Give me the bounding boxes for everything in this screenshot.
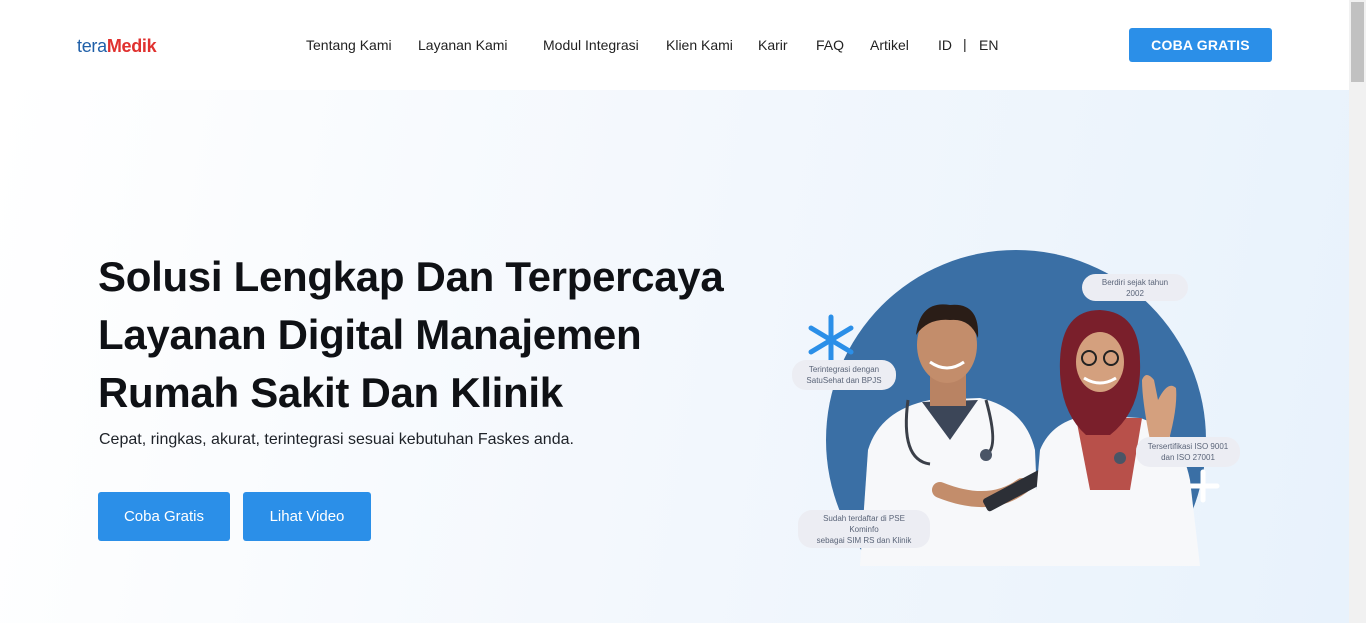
medical-star-icon <box>808 314 854 366</box>
hero-subtitle: Cepat, ringkas, akurat, terintegrasi ses… <box>99 431 574 448</box>
coba-gratis-button[interactable]: Coba Gratis <box>98 492 230 541</box>
nav-layanan-kami[interactable]: Layanan Kami <box>418 37 508 53</box>
scrollbar-thumb[interactable] <box>1351 2 1364 82</box>
lihat-video-button[interactable]: Lihat Video <box>243 492 371 541</box>
headline-line-2: Layanan Digital Manajemen <box>98 311 642 358</box>
badge-iso-line2: dan ISO 27001 <box>1161 453 1215 462</box>
nav-faq[interactable]: FAQ <box>816 37 844 53</box>
badge-iso: Tersertifikasi ISO 9001 dan ISO 27001 <box>1136 437 1240 467</box>
badge-iso-line1: Tersertifikasi ISO 9001 <box>1147 442 1229 451</box>
badge-integration-line1: Terintegrasi dengan <box>808 365 880 374</box>
nav-modul-integrasi[interactable]: Modul Integrasi <box>543 37 639 53</box>
badge-pse: Sudah terdaftar di PSE Kominfo sebagai S… <box>798 510 930 548</box>
badge-pse-line2: sebagai SIM RS dan Klinik <box>816 535 912 545</box>
nav-tentang-kami[interactable]: Tentang Kami <box>306 37 392 53</box>
badge-integration-line2: SatuSehat dan BPJS <box>806 376 882 385</box>
logo-part-medik: Medik <box>106 36 157 56</box>
lang-separator: | <box>963 36 967 52</box>
nav-artikel[interactable]: Artikel <box>870 37 909 53</box>
badge-founded: Berdiri sejak tahun 2002 <box>1082 274 1188 301</box>
page-scrollbar[interactable] <box>1349 0 1366 623</box>
hero-illustration: Berdiri sejak tahun 2002 Terintegrasi de… <box>790 250 1250 566</box>
lang-en-link[interactable]: EN <box>979 37 998 53</box>
lang-id-link[interactable]: ID <box>938 37 952 53</box>
header-coba-gratis-button[interactable]: COBA GRATIS <box>1129 28 1272 62</box>
site-header: teraMedik Tentang Kami Layanan Kami Modu… <box>0 0 1349 90</box>
badge-integration: Terintegrasi dengan SatuSehat dan BPJS <box>792 360 896 390</box>
nav-klien-kami[interactable]: Klien Kami <box>666 37 733 53</box>
logo-part-tera: tera <box>77 36 107 56</box>
teramedik-logo[interactable]: teraMedik <box>77 36 157 57</box>
badge-pse-line1: Sudah terdaftar di PSE Kominfo <box>823 513 905 534</box>
headline-line-1: Solusi Lengkap Dan Terpercaya <box>98 253 724 300</box>
badge-founded-text: Berdiri sejak tahun 2002 <box>1101 277 1169 298</box>
nav-karir[interactable]: Karir <box>758 37 788 53</box>
hero-headline: Solusi Lengkap Dan Terpercaya Layanan Di… <box>98 248 798 422</box>
headline-line-3: Rumah Sakit Dan Klinik <box>98 369 563 416</box>
